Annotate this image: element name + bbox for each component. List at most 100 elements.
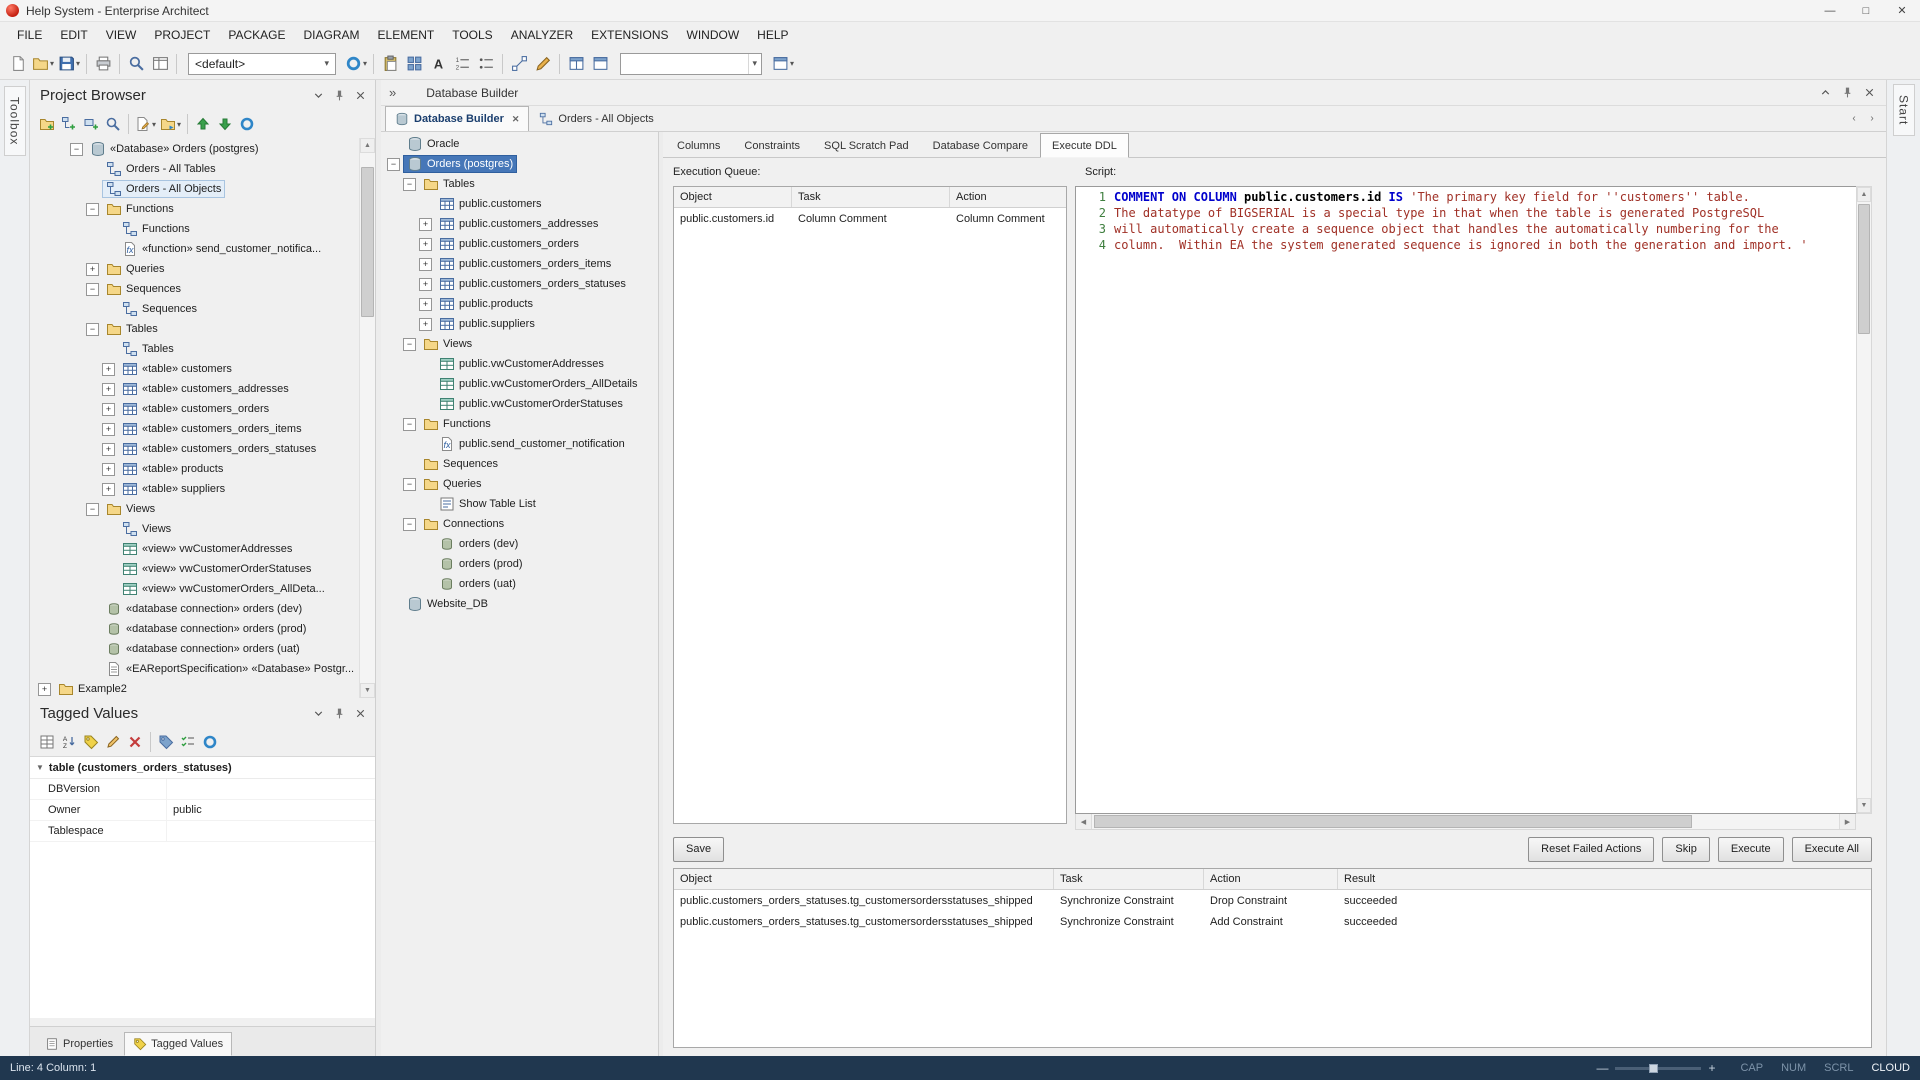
scroll-down-button[interactable]: ▼: [360, 683, 375, 698]
tree-item-orders-dev[interactable]: orders (dev): [381, 534, 658, 554]
collapse-box[interactable]: −: [387, 158, 400, 171]
tree-item-functions[interactable]: Functions: [32, 219, 358, 239]
tree-item-public-suppliers[interactable]: +public.suppliers: [381, 314, 658, 334]
tagged-value-row-owner[interactable]: Ownerpublic: [30, 800, 375, 821]
expand-box[interactable]: +: [86, 263, 99, 276]
tree-item-public-products[interactable]: +public.products: [381, 294, 658, 314]
doc-tab-orders-all-objects[interactable]: Orders - All Objects: [529, 106, 663, 131]
save-button[interactable]: ▾: [56, 52, 82, 76]
grid-button[interactable]: [402, 52, 426, 76]
column-header-action[interactable]: Action: [1204, 869, 1338, 889]
pin-button[interactable]: [330, 86, 348, 104]
tree-item-database-connection-orders-dev[interactable]: «database connection» orders (dev): [32, 599, 358, 619]
minimize-button[interactable]: —: [1812, 0, 1848, 21]
collapse-box[interactable]: −: [70, 143, 83, 156]
execute-all-button[interactable]: Execute All: [1792, 837, 1872, 862]
chevron-left-button[interactable]: ‹: [1846, 110, 1862, 128]
start-tab[interactable]: Start: [1893, 84, 1915, 136]
tree-item-orders-all-tables[interactable]: Orders - All Tables: [32, 159, 358, 179]
collapse-box[interactable]: −: [86, 323, 99, 336]
panel-menu-button[interactable]: [309, 704, 327, 722]
table-row[interactable]: public.customers.idColumn CommentColumn …: [674, 208, 1066, 229]
tree-item-table-suppliers[interactable]: +«table» suppliers: [32, 479, 358, 499]
tree-item-public-customers-orders[interactable]: +public.customers_orders: [381, 234, 658, 254]
tree-item-tables[interactable]: −Tables: [381, 174, 658, 194]
tree-item-views[interactable]: Views: [32, 519, 358, 539]
expand-box[interactable]: +: [102, 403, 115, 416]
tab-constraints[interactable]: Constraints: [732, 133, 812, 158]
tab-columns[interactable]: Columns: [665, 133, 732, 158]
tree-item-oracle[interactable]: Oracle: [381, 134, 658, 154]
scroll-up-button[interactable]: ▲: [360, 138, 375, 153]
scroll-track[interactable]: [360, 153, 375, 683]
tree-item-orders-postgres[interactable]: −Orders (postgres): [381, 154, 658, 174]
tree-item-sequences[interactable]: −Sequences: [32, 279, 358, 299]
tree-item-functions[interactable]: −Functions: [381, 414, 658, 434]
close-button[interactable]: ✕: [1884, 0, 1920, 21]
new-document-button[interactable]: [6, 52, 30, 76]
status-toggle-cloud[interactable]: CLOUD: [1871, 1062, 1910, 1074]
tab-database-compare[interactable]: Database Compare: [921, 133, 1040, 158]
zoom-slider[interactable]: [1615, 1067, 1701, 1070]
scroll-track[interactable]: [1092, 814, 1839, 829]
tree-item-tables[interactable]: −Tables: [32, 319, 358, 339]
open-folder-button[interactable]: ▾: [30, 52, 56, 76]
print-button[interactable]: [91, 52, 115, 76]
tree-item-sequences[interactable]: Sequences: [32, 299, 358, 319]
menu-item-window[interactable]: WINDOW: [678, 22, 749, 48]
tree-item-orders-prod[interactable]: orders (prod): [381, 554, 658, 574]
menu-item-file[interactable]: FILE: [8, 22, 51, 48]
target-button[interactable]: [236, 113, 258, 135]
collapse-box[interactable]: −: [403, 418, 416, 431]
tab-sql-scratch-pad[interactable]: SQL Scratch Pad: [812, 133, 921, 158]
collapse-box[interactable]: −: [403, 518, 416, 531]
expand-box[interactable]: +: [419, 278, 432, 291]
tree-item-table-customers-orders-items[interactable]: +«table» customers_orders_items: [32, 419, 358, 439]
scroll-up-button[interactable]: ▲: [1857, 187, 1871, 202]
menu-item-extensions[interactable]: EXTENSIONS: [582, 22, 677, 48]
toolbar-search-combo[interactable]: ▾: [620, 53, 762, 75]
tree-item-views[interactable]: −Views: [32, 499, 358, 519]
scroll-down-button[interactable]: ▼: [1857, 798, 1871, 813]
scroll-right-button[interactable]: ▶: [1839, 814, 1855, 829]
column-header-object[interactable]: Object: [674, 187, 792, 207]
tree-item-orders-uat[interactable]: orders (uat): [381, 574, 658, 594]
tree-item-table-customers[interactable]: +«table» customers: [32, 359, 358, 379]
close-tab-button[interactable]: ✕: [512, 114, 520, 125]
tagged-values-group-row[interactable]: ▼ table (customers_orders_statuses): [30, 757, 375, 779]
collapse-box[interactable]: −: [403, 478, 416, 491]
window-button[interactable]: [588, 52, 612, 76]
menu-item-project[interactable]: PROJECT: [145, 22, 219, 48]
tree-item-tables[interactable]: Tables: [32, 339, 358, 359]
column-header-action[interactable]: Action: [950, 187, 1066, 207]
expand-box[interactable]: +: [102, 363, 115, 376]
dock-tab-tagged-values[interactable]: Tagged Values: [124, 1032, 232, 1056]
status-toggle-cap[interactable]: CAP: [1740, 1062, 1763, 1074]
close-view-button[interactable]: [1860, 84, 1878, 102]
tab-execute-ddl[interactable]: Execute DDL: [1040, 133, 1129, 158]
search-input[interactable]: [621, 55, 747, 73]
tree-item-table-customers-orders-statuses[interactable]: +«table» customers_orders_statuses: [32, 439, 358, 459]
tree-item-view-vwcustomerorders-alldeta[interactable]: «view» vwCustomerOrders_AllDeta...: [32, 579, 358, 599]
chevron-double-right-icon[interactable]: »: [389, 85, 396, 100]
scroll-left-button[interactable]: ◀: [1076, 814, 1092, 829]
status-toggle-scrl[interactable]: SCRL: [1824, 1062, 1853, 1074]
tree-item-show-table-list[interactable]: Show Table List: [381, 494, 658, 514]
edit-button[interactable]: [102, 731, 124, 753]
numbered-list-button[interactable]: 12: [450, 52, 474, 76]
column-header-task[interactable]: Task: [1054, 869, 1204, 889]
checklist-button[interactable]: [177, 731, 199, 753]
window-button[interactable]: ▾: [770, 52, 796, 76]
tree-item-function-send-customer-notifica[interactable]: fx«function» send_customer_notifica...: [32, 239, 358, 259]
tree-item-eareportspecification-database-postgr[interactable]: «EAReportSpecification» «Database» Postg…: [32, 659, 358, 679]
tagged-value-row-tablespace[interactable]: Tablespace: [30, 821, 375, 842]
expand-box[interactable]: +: [419, 218, 432, 231]
expand-box[interactable]: +: [102, 443, 115, 456]
menu-item-view[interactable]: VIEW: [97, 22, 146, 48]
target-button[interactable]: [199, 731, 221, 753]
zoom-slider-thumb[interactable]: [1649, 1064, 1658, 1073]
table-row[interactable]: public.customers_orders_statuses.tg_cust…: [674, 911, 1871, 932]
sort-az-button[interactable]: AZ: [58, 731, 80, 753]
new-package-button[interactable]: [36, 113, 58, 135]
tree-item-database-connection-orders-prod[interactable]: «database connection» orders (prod): [32, 619, 358, 639]
